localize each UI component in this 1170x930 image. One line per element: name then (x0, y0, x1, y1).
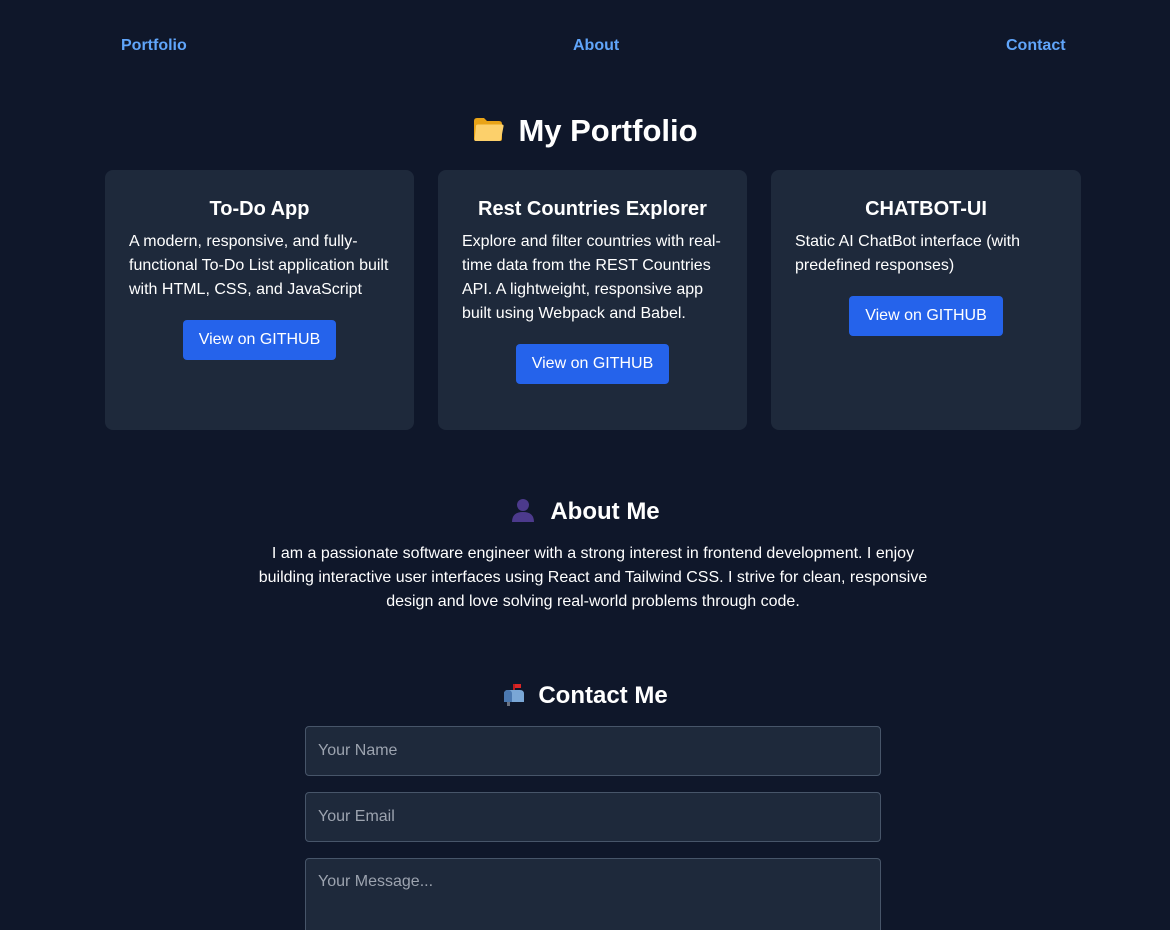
person-silhouette-icon (510, 497, 536, 528)
project-button-wrap: View on GITHUB (795, 296, 1057, 336)
project-card: CHATBOT-UI Static AI ChatBot interface (… (771, 170, 1081, 430)
project-description: A modern, responsive, and fully-function… (129, 233, 389, 298)
portfolio-heading: My Portfolio (0, 110, 1170, 152)
project-button-wrap: View on GITHUB (129, 320, 390, 360)
message-textarea[interactable] (305, 858, 881, 930)
nav-link-contact[interactable]: Contact (1006, 34, 1066, 58)
project-title: To-Do App (209, 198, 310, 220)
project-description: Explore and filter countries with real-t… (462, 233, 721, 322)
project-title: CHATBOT-UI (865, 198, 987, 220)
email-input[interactable] (305, 792, 881, 842)
nav-link-about[interactable]: About (573, 34, 619, 58)
view-github-button[interactable]: View on GITHUB (849, 296, 1003, 336)
page: Portfolio About Contact My Portfolio To-… (0, 0, 1170, 930)
nav-link-portfolio[interactable]: Portfolio (121, 34, 187, 58)
top-nav: Portfolio About Contact (0, 34, 1170, 60)
about-text: I am a passionate software engineer with… (258, 545, 928, 610)
about-heading: About Me (0, 496, 1170, 528)
project-title: Rest Countries Explorer (478, 198, 707, 220)
project-card: To-Do App A modern, responsive, and full… (105, 170, 414, 430)
view-github-button[interactable]: View on GITHUB (182, 320, 337, 360)
view-github-button[interactable]: View on GITHUB (515, 344, 670, 384)
about-title: About Me (550, 498, 660, 525)
folder-icon (472, 115, 505, 148)
mailbox-icon (502, 682, 526, 711)
contact-heading: Contact Me (0, 680, 1170, 712)
project-description: Static AI ChatBot interface (with predef… (795, 233, 1020, 274)
page-title: My Portfolio (518, 113, 698, 148)
project-card: Rest Countries Explorer Explore and filt… (438, 170, 747, 430)
name-input[interactable] (305, 726, 881, 776)
project-button-wrap: View on GITHUB (462, 344, 723, 384)
contact-title: Contact Me (538, 682, 668, 709)
